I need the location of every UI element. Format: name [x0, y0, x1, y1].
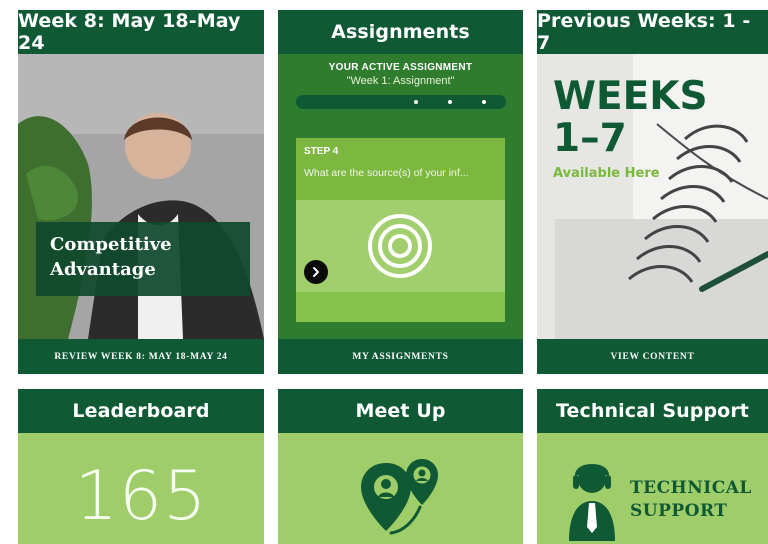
assignment-progress — [296, 95, 506, 109]
week8-caption-line2: Advantage — [50, 259, 156, 280]
week8-caption-line1: Competitive — [50, 234, 172, 255]
leaderboard-pane: 165 — [18, 433, 264, 544]
assignment-step-panel: STEP 4 What are the source(s) of your in… — [296, 138, 505, 322]
support-title: Technical Support — [537, 389, 768, 433]
previous-weeks-tile[interactable]: Previous Weeks: 1 - 7 WEEKS 1–7 Availabl — [537, 10, 768, 374]
weeks-numbers: 1–7 — [553, 116, 627, 161]
progress-dot — [414, 100, 418, 104]
leaderboard-tile[interactable]: Leaderboard 165 — [18, 389, 264, 544]
active-assignment-label: YOUR ACTIVE ASSIGNMENT — [328, 62, 473, 73]
support-agent-icon — [569, 464, 615, 541]
assignments-pane: YOUR ACTIVE ASSIGNMENT "Week 1: Assignme… — [278, 54, 523, 339]
week8-caption: Competitive Advantage — [36, 222, 250, 296]
progress-dot — [448, 100, 452, 104]
progress-dot — [482, 100, 486, 104]
view-content-link[interactable]: VIEW CONTENT — [537, 339, 768, 374]
support-text-line1: TECHNICAL — [630, 478, 752, 498]
support-tile[interactable]: Technical Support TECHNICAL SUPPORT — [537, 389, 768, 544]
arrow-right-icon[interactable] — [304, 260, 328, 284]
support-pane: TECHNICAL SUPPORT — [537, 433, 768, 544]
my-assignments-link[interactable]: MY ASSIGNMENTS — [278, 339, 523, 374]
target-icon — [368, 214, 432, 278]
leaderboard-title: Leaderboard — [18, 389, 264, 433]
step-visual — [296, 200, 505, 292]
meetup-title: Meet Up — [278, 389, 523, 433]
support-text-line2: SUPPORT — [630, 501, 728, 521]
week8-illustration — [18, 54, 264, 339]
assignments-tile[interactable]: Assignments YOUR ACTIVE ASSIGNMENT "Week… — [278, 10, 523, 374]
weeks-range: WEEKS 1–7 — [553, 76, 708, 160]
support-text: TECHNICAL SUPPORT — [630, 477, 752, 523]
step-bottom — [296, 292, 505, 322]
leaderboard-score: 165 — [74, 457, 208, 536]
active-assignment-name: "Week 1: Assignment" — [346, 75, 455, 87]
week8-title: Week 8: May 18-May 24 — [18, 10, 264, 54]
weeks-available: Available Here — [553, 166, 660, 181]
location-pins-icon — [361, 459, 438, 535]
week8-photo: Competitive Advantage — [18, 54, 264, 339]
week8-review-link[interactable]: REVIEW WEEK 8: MAY 18-MAY 24 — [18, 339, 264, 374]
arrow-right-icon-glyph — [313, 267, 319, 277]
previous-weeks-title: Previous Weeks: 1 - 7 — [537, 10, 768, 54]
assignment-card[interactable]: YOUR ACTIVE ASSIGNMENT "Week 1: Assignme… — [296, 62, 506, 322]
assignments-title: Assignments — [278, 10, 523, 54]
week8-tile[interactable]: Week 8: May 18-May 24 Competitive Advant… — [18, 10, 264, 374]
meetup-tile[interactable]: Meet Up — [278, 389, 523, 544]
previous-weeks-pane: WEEKS 1–7 Available Here — [537, 54, 768, 339]
meetup-pane — [278, 433, 523, 544]
weeks-label: WEEKS — [553, 74, 708, 119]
step-question: What are the source(s) of your inf... — [304, 167, 469, 179]
step-label: STEP 4 — [304, 146, 339, 157]
